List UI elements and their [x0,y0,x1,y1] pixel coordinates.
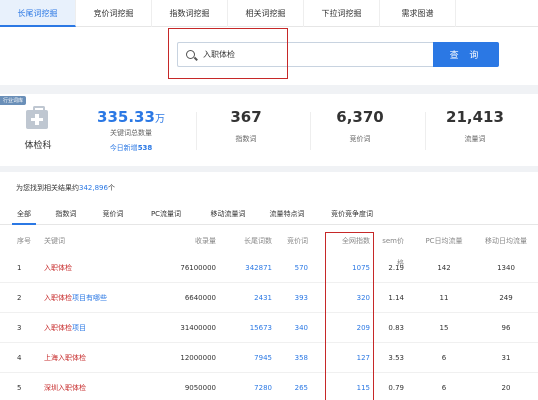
subtab-all[interactable]: 全部 [12,203,36,225]
subtab-index[interactable]: 指数词 [48,203,84,225]
index-words-label: 指数词 [235,135,257,143]
tab-dropdown-words[interactable]: 下拉词挖掘 [304,0,380,27]
row-mobile-traffic: 1340 [497,264,515,272]
industry-tag: 行业词库 [0,96,27,105]
row-mobile-traffic: 31 [501,354,511,362]
row-pc-traffic: 6 [441,384,447,392]
subtab-mobile-traffic[interactable]: 移动流量词 [200,203,256,225]
row-keyword-link[interactable]: 入职体检 [44,253,72,283]
bid-words-label: 竞价词 [349,135,371,143]
total-keywords: 335.33万 [97,108,165,126]
tab-empty [456,0,538,27]
row-total-index-link[interactable]: 320 [330,283,370,313]
table-row: 3 入职体检项目 31400000 15673 340 209 0.83 15 96 [0,313,538,343]
search-area: 查 询 [0,27,538,85]
row-mobile-traffic: 96 [501,324,511,332]
row-longtail-link[interactable]: 7280 [230,373,272,400]
row-pc-traffic: 11 [439,294,449,302]
row-bid-link[interactable]: 265 [285,373,308,400]
search-icon [186,50,195,59]
index-words-count: 367 [230,108,262,126]
row-index: 1 [17,264,22,272]
results-panel: 为您找到相关结果约342,896个 全部 指数词 竞价词 PC流量词 移动流量词… [0,172,538,400]
table-row: 1 入职体检 76100000 342871 570 1075 2.19 142 1340 [0,253,538,283]
row-total-index-link[interactable]: 115 [330,373,370,400]
col-header-mobile-traffic[interactable]: 移动日均流量 [480,230,532,252]
subtab-traffic-feature[interactable]: 流量特点词 [263,203,311,225]
table-row: 4 上海入职体检 12000000 7945 358 127 3.53 6 31 [0,343,538,373]
col-header-bid[interactable]: 竞价词 [285,230,308,252]
row-indexed: 31400000 [180,324,216,332]
row-sem-price: 3.53 [388,354,404,362]
row-sem-price: 0.83 [388,324,404,332]
row-sem-price: 1.14 [388,294,404,302]
row-indexed: 12000000 [180,354,216,362]
row-pc-traffic: 6 [441,354,447,362]
medical-kit-icon [26,106,48,129]
tab-demand-graph[interactable]: 需求图谱 [380,0,456,27]
subtab-bid-competition[interactable]: 竞价竞争度词 [322,203,382,225]
row-keyword-link[interactable]: 上海入职体检 [44,343,86,373]
col-header-sem-price[interactable]: sem价格 [382,230,404,267]
row-index: 4 [17,354,22,362]
tab-longtail[interactable]: 长尾词挖掘 [0,0,76,27]
col-header-index: 序号 [17,237,31,245]
row-index: 2 [17,294,22,302]
subtab-bid[interactable]: 竞价词 [95,203,131,225]
row-sem-price: 2.19 [388,264,404,272]
row-bid-link[interactable]: 358 [285,343,308,373]
col-header-pc-traffic[interactable]: PC日均流量 [424,230,464,252]
row-index: 3 [17,324,22,332]
bid-words-count: 6,370 [336,108,384,126]
row-bid-link[interactable]: 570 [285,253,308,283]
tab-related-words[interactable]: 相关词挖掘 [228,0,304,27]
row-longtail-link[interactable]: 342871 [230,253,272,283]
row-mobile-traffic: 249 [499,294,513,302]
row-keyword-link[interactable]: 入职体检项目有哪些 [44,283,107,313]
row-sem-price: 0.79 [388,384,404,392]
row-indexed: 6640000 [184,294,216,302]
subtab-pc-traffic[interactable]: PC流量词 [142,203,190,225]
result-subtabs: 全部 指数词 竞价词 PC流量词 移动流量词 流量特点词 竞价竞争度词 [0,203,538,225]
traffic-words-label: 流量词 [464,135,486,143]
table-row: 2 入职体检项目有哪些 6640000 2431 393 320 1.14 11 249 [0,283,538,313]
col-header-longtail[interactable]: 长尾词数 [230,230,272,252]
row-total-index-link[interactable]: 127 [330,343,370,373]
row-longtail-link[interactable]: 15673 [230,313,272,343]
row-total-index-link[interactable]: 1075 [330,253,370,283]
row-pc-traffic: 142 [437,264,451,272]
top-tabs: 长尾词挖掘 竞价词挖掘 指数词挖掘 相关词挖掘 下拉词挖掘 需求图谱 [0,0,538,27]
search-input[interactable] [203,43,423,66]
row-bid-link[interactable]: 393 [285,283,308,313]
row-mobile-traffic: 20 [501,384,511,392]
row-longtail-link[interactable]: 7945 [230,343,272,373]
row-longtail-link[interactable]: 2431 [230,283,272,313]
stats-panel: 行业词库 体检科 335.33万 关键词总数量 今日新增538 367 指数词 … [0,94,538,166]
row-keyword-link[interactable]: 深圳入职体检 [44,373,86,400]
col-header-total-index[interactable]: 全网指数 [330,230,370,252]
tab-index-words[interactable]: 指数词挖掘 [152,0,228,27]
category-label: 体检科 [24,141,52,151]
tab-bid-words[interactable]: 竞价词挖掘 [76,0,152,27]
row-total-index-link[interactable]: 209 [330,313,370,343]
search-box[interactable] [177,42,434,67]
traffic-words-count: 21,413 [446,108,504,126]
search-button[interactable]: 查 询 [433,42,499,67]
row-keyword-link[interactable]: 入职体检项目 [44,313,86,343]
row-bid-link[interactable]: 340 [285,313,308,343]
row-indexed: 9050000 [184,384,216,392]
col-header-indexed[interactable]: 收录量 [174,230,216,252]
new-today: 今日新增538 [109,144,153,152]
table-row: 5 深圳入职体检 9050000 7280 265 115 0.79 6 20 [0,373,538,400]
results-count: 为您找到相关结果约342,896个 [16,184,115,192]
total-keywords-label: 关键词总数量 [110,129,152,137]
row-indexed: 76100000 [180,264,216,272]
row-index: 5 [17,384,22,392]
col-header-keyword: 关键词 [44,237,65,245]
row-pc-traffic: 15 [439,324,449,332]
